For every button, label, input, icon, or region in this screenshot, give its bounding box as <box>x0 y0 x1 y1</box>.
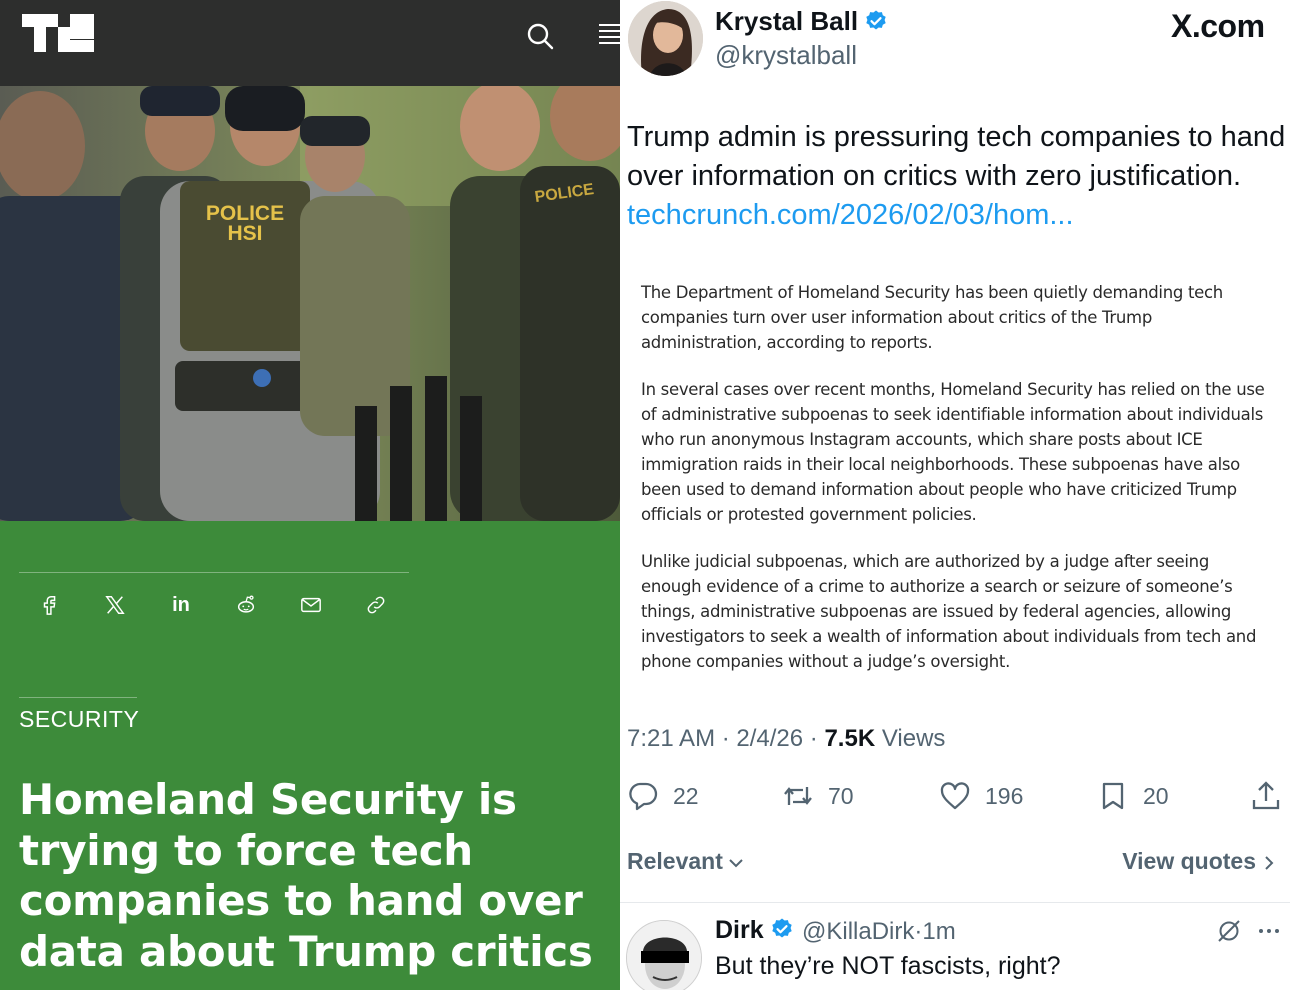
post-text: Trump admin is pressuring tech companies… <box>627 121 1286 192</box>
verified-badge-icon <box>866 10 886 30</box>
share-button[interactable] <box>1250 776 1282 816</box>
techcrunch-article-panel: POLICE HSI POLICE in SECURITY Homeland S… <box>0 0 620 990</box>
excerpt-paragraph-3: Unlike judicial subpoenas, which are aut… <box>641 552 1257 671</box>
reply-author-name[interactable]: Dirk <box>715 916 764 944</box>
share-icon <box>1252 781 1280 810</box>
view-quotes-link[interactable]: View quotes <box>1122 848 1278 875</box>
sort-replies-dropdown[interactable]: Relevant <box>627 848 745 875</box>
post-date[interactable]: 2/4/26 <box>736 725 803 752</box>
verified-badge-icon <box>771 918 792 938</box>
excerpt-paragraph-2: In several cases over recent months, Hom… <box>641 380 1265 524</box>
x-brand-label: X.com <box>1171 8 1265 44</box>
bookmark-icon <box>1102 782 1124 810</box>
post-metadata: 7:21 AM · 2/4/26 · 7.5K Views <box>627 725 946 752</box>
author-name[interactable]: Krystal Ball <box>715 6 858 36</box>
reply-author-avatar[interactable] <box>626 920 702 990</box>
chevron-down-icon <box>729 859 743 868</box>
reply-meta: @KillaDirk·1m <box>802 918 956 946</box>
linkedin-share-button[interactable]: in <box>164 588 198 622</box>
search-icon[interactable] <box>524 20 556 52</box>
reddit-share-button[interactable] <box>229 588 263 622</box>
more-options-icon[interactable] <box>1256 918 1282 944</box>
reply-button[interactable]: 22 <box>627 776 699 816</box>
excerpt-paragraph-1: The Department of Homeland Security has … <box>641 283 1223 352</box>
email-share-button[interactable] <box>294 588 328 622</box>
article-excerpt-image[interactable]: The Department of Homeland Security has … <box>641 280 1271 696</box>
share-divider <box>19 572 409 573</box>
repost-button[interactable]: 70 <box>782 776 854 816</box>
author-avatar[interactable] <box>628 1 703 76</box>
hamburger-menu-icon[interactable] <box>596 22 620 46</box>
facebook-icon <box>43 596 56 615</box>
heart-icon <box>940 782 970 810</box>
copy-link-button[interactable] <box>359 588 393 622</box>
reply-author-handle[interactable]: @KillaDirk <box>802 918 914 945</box>
reply-author-name-row[interactable]: Dirk <box>715 916 794 945</box>
reply-icon <box>629 782 658 811</box>
sort-replies-label: Relevant <box>627 848 723 874</box>
reply-divider <box>620 902 1290 903</box>
chevron-right-icon <box>1265 856 1274 870</box>
facebook-share-button[interactable] <box>33 588 67 622</box>
post-link[interactable]: techcrunch.com/2026/02/03/hom... <box>627 199 1074 231</box>
post-body: Trump admin is pressuring tech companies… <box>627 118 1287 235</box>
views-label: Views <box>881 725 946 752</box>
like-count: 196 <box>985 782 1024 809</box>
email-icon <box>301 597 321 613</box>
repost-icon <box>784 787 812 805</box>
link-icon <box>367 596 385 614</box>
author-handle[interactable]: @krystalball <box>715 40 857 71</box>
post-action-bar: 22 70 196 20 <box>627 776 1282 816</box>
category-divider <box>19 697 137 698</box>
post-time[interactable]: 7:21 AM <box>627 725 715 752</box>
reply-time[interactable]: 1m <box>922 918 955 945</box>
views-count: 7.5K <box>824 725 876 752</box>
linkedin-icon: in <box>172 593 190 616</box>
bookmark-button[interactable]: 20 <box>1097 776 1169 816</box>
view-quotes-label: View quotes <box>1122 848 1256 874</box>
bookmark-count: 20 <box>1143 782 1169 809</box>
reply-count: 22 <box>673 782 699 809</box>
reddit-icon <box>237 595 255 613</box>
article-category[interactable]: SECURITY <box>19 706 139 733</box>
x-share-button[interactable] <box>98 588 132 622</box>
x-icon <box>105 596 125 614</box>
article-headline: Homeland Security is trying to force tec… <box>19 775 593 976</box>
techcrunch-logo[interactable] <box>22 14 94 54</box>
author-name-row[interactable]: Krystal Ball <box>715 6 888 37</box>
share-bar: in <box>19 588 409 622</box>
reply-text: But they’re NOT fascists, right? <box>715 952 1061 980</box>
vest-label-hsi: HSI <box>227 222 262 245</box>
article-hero-photo: POLICE HSI POLICE <box>0 86 620 521</box>
repost-count: 70 <box>828 782 854 809</box>
site-header <box>0 0 620 86</box>
like-button[interactable]: 196 <box>939 776 1023 816</box>
grok-icon[interactable] <box>1216 918 1242 944</box>
x-post-panel: Krystal Ball @krystalball X.com Trump ad… <box>620 0 1290 990</box>
